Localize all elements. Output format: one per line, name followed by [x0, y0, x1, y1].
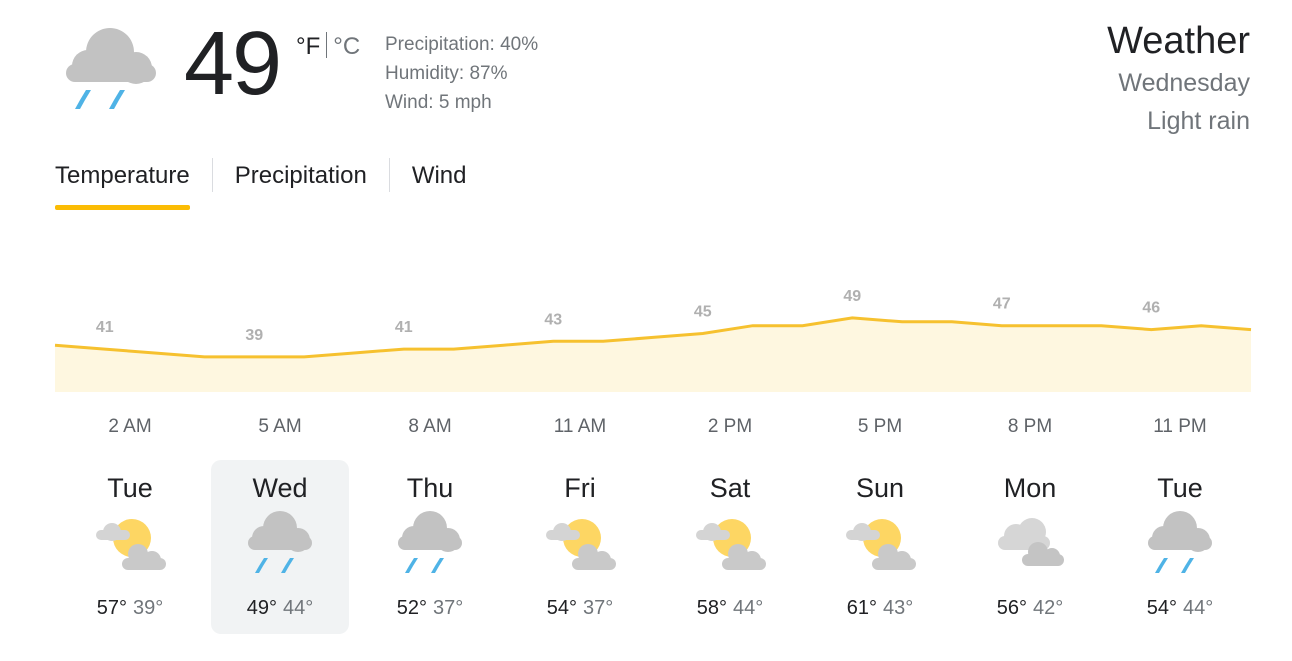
rain-cloud-icon	[392, 508, 468, 578]
time-label: 8 AM	[408, 416, 452, 437]
weather-day: Wednesday	[1118, 69, 1250, 97]
tab-divider	[211, 158, 213, 192]
unit-separator	[326, 32, 328, 58]
day-forecast[interactable]: Mon 56° 42°	[961, 460, 1099, 634]
day-temperatures: 57° 39°	[61, 596, 199, 620]
day-temperatures: 58° 44°	[661, 596, 799, 620]
time-label: 2 PM	[707, 416, 753, 437]
low-temperature: 43°	[883, 597, 914, 619]
day-forecast[interactable]: Wed 49° 44°	[211, 460, 349, 634]
rain-cloud-icon	[58, 24, 162, 116]
day-temperatures: 54° 44°	[1111, 596, 1249, 620]
tab-temperature[interactable]: Temperature	[55, 158, 190, 210]
day-forecast[interactable]: Tue 54° 44°	[1111, 460, 1249, 634]
day-forecast[interactable]: Sat 58° 44°	[661, 460, 799, 634]
high-temperature: 57°	[96, 597, 127, 619]
low-temperature: 42°	[1033, 597, 1064, 619]
day-forecast[interactable]: Fri 54° 37°	[511, 460, 649, 634]
time-label: 5 PM	[857, 416, 903, 437]
high-temperature: 52°	[396, 597, 427, 619]
day-forecast[interactable]: Sun 61° 43°	[811, 460, 949, 634]
temperature-data-label: 41	[395, 319, 413, 336]
high-temperature: 61°	[846, 597, 877, 619]
low-temperature: 37°	[433, 597, 464, 619]
time-label: 2 AM	[108, 416, 152, 437]
high-temperature: 49°	[246, 597, 277, 619]
cloudy-icon	[992, 508, 1068, 578]
day-temperatures: 54° 37°	[511, 596, 649, 620]
weather-title: Weather	[1107, 20, 1250, 62]
day-name: Tue	[1157, 473, 1203, 503]
time-label: 5 AM	[258, 416, 302, 437]
daily-forecast: Tue 57° 39° Wed 49° 44° Thu 52° 37° Fri 54° 37° Sat 5…	[55, 460, 1255, 638]
day-temperatures: 52° 37°	[361, 596, 499, 620]
temperature-data-label: 46	[1142, 300, 1160, 317]
current-temperature: 49	[184, 14, 282, 114]
chart-tabs: Temperature Precipitation Wind	[55, 158, 467, 210]
tab-wind[interactable]: Wind	[412, 158, 467, 210]
high-temperature: 54°	[1146, 597, 1177, 619]
day-temperatures: 49° 44°	[211, 596, 349, 620]
day-name: Thu	[406, 473, 454, 503]
day-temperatures: 61° 43°	[811, 596, 949, 620]
partly-cloudy-icon	[542, 508, 618, 578]
time-axis: 2 AM 5 AM 8 AM 11 AM 2 PM 5 PM 8 PM 11 PM	[55, 416, 1255, 442]
high-temperature: 58°	[696, 597, 727, 619]
partly-cloudy-icon	[92, 508, 168, 578]
celsius-unit-button[interactable]: °C	[333, 33, 360, 60]
time-label: 8 PM	[1007, 416, 1053, 437]
low-temperature: 44°	[283, 597, 314, 619]
day-forecast[interactable]: Thu 52° 37°	[361, 460, 499, 634]
day-name: Fri	[564, 473, 596, 503]
time-label: 11 AM	[553, 416, 607, 437]
day-name: Mon	[1003, 473, 1057, 503]
rain-cloud-icon	[1142, 508, 1218, 578]
temperature-data-label: 39	[245, 327, 263, 344]
low-temperature: 37°	[583, 597, 614, 619]
temperature-data-label: 47	[993, 296, 1011, 313]
temperature-chart: 41 39 41 43 45 49 47 46	[54, 290, 1252, 392]
low-temperature: 44°	[1183, 597, 1214, 619]
day-name: Wed	[252, 473, 308, 503]
day-temperatures: 56° 42°	[961, 596, 1099, 620]
fahrenheit-unit-button[interactable]: °F	[296, 33, 320, 60]
temperature-data-label: 49	[843, 290, 861, 305]
day-name: Sun	[855, 473, 905, 503]
weather-condition: Light rain	[1147, 107, 1250, 135]
tab-precipitation[interactable]: Precipitation	[235, 158, 367, 210]
tab-divider	[388, 158, 390, 192]
rain-cloud-icon	[242, 508, 318, 578]
current-details: Precipitation: 40% Humidity: 87% Wind: 5…	[385, 30, 538, 117]
partly-cloudy-icon	[842, 508, 918, 578]
wind-detail: Wind: 5 mph	[385, 92, 492, 113]
partly-cloudy-icon	[692, 508, 768, 578]
temperature-data-label: 43	[544, 311, 562, 328]
temperature-data-label: 41	[96, 319, 114, 336]
precipitation-detail: Precipitation: 40%	[385, 34, 539, 55]
temperature-area	[55, 317, 1251, 392]
day-name: Sat	[709, 473, 751, 503]
low-temperature: 44°	[733, 597, 764, 619]
unit-toggle: °F °C	[296, 32, 360, 62]
weather-header: Weather Wednesday Light rain	[1107, 18, 1250, 140]
high-temperature: 56°	[996, 597, 1027, 619]
time-label: 11 PM	[1153, 416, 1207, 437]
day-name: Tue	[107, 473, 153, 503]
humidity-detail: Humidity: 87%	[385, 63, 508, 84]
temperature-data-label: 45	[694, 304, 712, 321]
low-temperature: 39°	[133, 597, 164, 619]
day-forecast[interactable]: Tue 57° 39°	[61, 460, 199, 634]
high-temperature: 54°	[546, 597, 577, 619]
